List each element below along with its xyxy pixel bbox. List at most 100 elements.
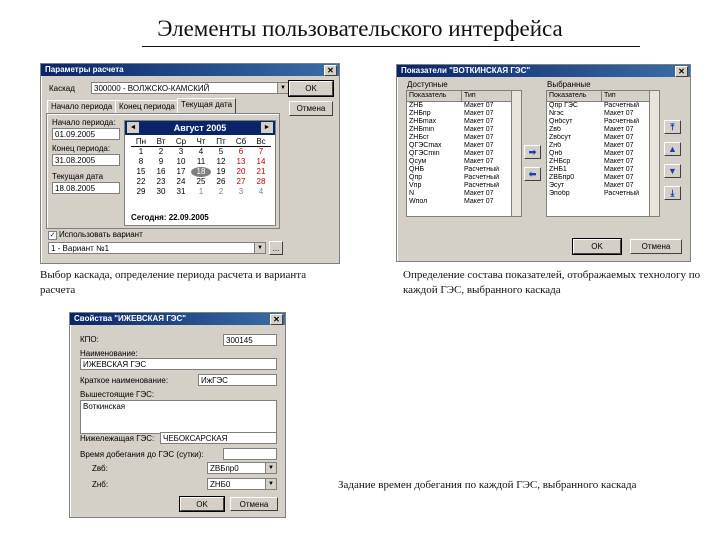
list-item[interactable]: ZВБпр0 Макет 07 [547,174,659,182]
available-list[interactable]: Показатель Тип ZНБ Макет 07 ZНБпр Макет 07 Z… [406,90,522,217]
list-item[interactable]: ZНБmin Макет 07 [407,126,521,134]
calendar-prev-icon[interactable]: ◄ [127,122,139,133]
close-icon[interactable]: ✕ [675,66,688,77]
calendar-next-icon[interactable]: ► [261,122,273,133]
list-item[interactable]: Wпол Макет 07 [407,198,521,206]
list-item[interactable]: Эсут Макет 07 [547,182,659,190]
ok-button[interactable]: OK [572,238,622,255]
calc-params-titlebar[interactable]: Параметры расчета ✕ [41,64,339,76]
calendar-day[interactable]: 24 [171,177,191,187]
variant-select[interactable]: 1 - Вариант №1 ▼ [48,242,266,254]
zvb-select[interactable]: ZВБпр0 ▼ [207,462,277,474]
calendar-day[interactable]: 21 [251,167,271,177]
list-item[interactable]: ZНБ Макет 07 [407,102,521,110]
use-variant-checkbox[interactable]: ✓ [48,231,57,240]
calendar-day[interactable]: 4 [251,187,271,197]
list-item[interactable]: ZНБпр Макет 07 [407,110,521,118]
chevron-down-icon[interactable]: ▼ [277,83,288,93]
available-scrollbar[interactable] [511,91,521,216]
calendar-day[interactable]: 27 [231,177,251,187]
upper-stations-field[interactable]: Воткинская [80,400,277,434]
calendar-day[interactable]: 11 [191,157,211,167]
list-item[interactable]: QНБ Расчетный [407,166,521,174]
calendar-day[interactable]: 30 [151,187,171,197]
calendar-day[interactable]: 19 [211,167,231,177]
move-down-icon[interactable]: ▼ [664,164,681,178]
col-type[interactable]: Тип [462,91,512,101]
kpo-field[interactable]: 300145 [223,334,277,346]
start-date-field[interactable]: 01.09.2005 [52,128,120,140]
calendar-day[interactable]: 2 [211,187,231,197]
selected-scrollbar[interactable] [649,91,659,216]
tab-period-start[interactable]: Начало периода [47,100,117,113]
list-item[interactable]: ZНБ1 Макет 07 [547,166,659,174]
list-item[interactable]: Qпр ГЭС Расчетный [547,102,659,110]
list-item[interactable]: Qпр Расчетный [407,174,521,182]
short-name-field[interactable]: ИжГЭС [198,374,277,386]
calendar-day-selected[interactable]: 18 [191,167,211,177]
calendar-day[interactable]: 12 [211,157,231,167]
col-indicator[interactable]: Показатель [547,91,602,101]
cancel-button[interactable]: Отмена [230,497,278,511]
station-props-titlebar[interactable]: Свойства "ИЖЕВСКАЯ ГЭС" ✕ [70,313,285,325]
indicators-titlebar[interactable]: Показатели "ВОТКИНСКАЯ ГЭС" ✕ [397,65,690,77]
calendar-day[interactable]: 1 [191,187,211,197]
calendar-day[interactable]: 5 [211,147,231,157]
move-top-icon[interactable]: ⤒ [664,120,681,134]
calendar-day[interactable]: 16 [151,167,171,177]
calendar-today[interactable]: Сегодня: 22.09.2005 [131,213,209,222]
calendar-day[interactable]: 13 [231,157,251,167]
calendar-day[interactable]: 14 [251,157,271,167]
calendar-day[interactable]: 20 [231,167,251,177]
close-icon[interactable]: ✕ [324,65,337,76]
calendar-day[interactable]: 28 [251,177,271,187]
selected-list[interactable]: Показатель Тип Qпр ГЭС Расчетный Nгэс Макет… [546,90,660,217]
ok-button[interactable]: OK [288,80,334,97]
list-item[interactable]: Qнбсут Расчетный [547,118,659,126]
list-item[interactable]: N Макет 07 [407,190,521,198]
col-type[interactable]: Тип [602,91,650,101]
list-item[interactable]: QГЭСmax Макет 07 [407,142,521,150]
col-indicator[interactable]: Показатель [407,91,462,101]
remove-arrow-icon[interactable]: ⬅ [524,167,541,181]
znb-select[interactable]: ZНБ0 ▼ [207,478,277,490]
calendar-day[interactable]: 31 [171,187,191,197]
travel-time-field[interactable] [223,448,277,460]
calendar-day[interactable]: 15 [131,167,151,177]
calendar-day[interactable]: 8 [131,157,151,167]
calendar-day[interactable]: 3 [231,187,251,197]
calendar-day[interactable]: 1 [131,147,151,157]
list-item[interactable]: Zвб Макет 07 [547,126,659,134]
calendar-day[interactable]: 3 [171,147,191,157]
list-item[interactable]: Эпобр Расчетный [547,190,659,198]
calendar-day[interactable]: 4 [191,147,211,157]
chevron-down-icon[interactable]: ▼ [265,479,276,489]
end-date-field[interactable]: 31.08.2005 [52,154,120,166]
list-item[interactable]: Vпр Расчетный [407,182,521,190]
chevron-down-icon[interactable]: ▼ [265,463,276,473]
cascade-select[interactable]: 300000 - ВОЛЖСКО-КАМСКИЙ ▼ [91,82,289,94]
list-item[interactable]: ZНБср Макет 07 [547,158,659,166]
calendar-day[interactable]: 22 [131,177,151,187]
ok-button[interactable]: OK [179,496,225,512]
move-up-icon[interactable]: ▲ [664,142,681,156]
list-item[interactable]: Qсум Макет 07 [407,158,521,166]
list-item[interactable]: Zнб Макет 07 [547,142,659,150]
move-bottom-icon[interactable]: ⤓ [664,186,681,200]
calendar-day[interactable]: 9 [151,157,171,167]
calendar-day[interactable]: 25 [191,177,211,187]
tab-current-date[interactable]: Текущая дата [177,98,237,113]
browse-button[interactable]: ... [269,241,283,255]
list-item[interactable]: Nгэс Макет 07 [547,110,659,118]
cancel-button[interactable]: Отмена [289,101,333,116]
list-item[interactable]: ZНБmax Макет 07 [407,118,521,126]
calendar-day[interactable]: 17 [171,167,191,177]
cancel-button[interactable]: Отмена [630,239,682,254]
current-date-field[interactable]: 18.08.2005 [52,182,120,194]
list-item[interactable]: QГЭСmin Макет 07 [407,150,521,158]
tab-period-end[interactable]: Конец периода [115,100,179,113]
calendar-day[interactable]: 2 [151,147,171,157]
calendar-day[interactable]: 7 [251,147,271,157]
calendar-day[interactable]: 23 [151,177,171,187]
name-field[interactable]: ИЖЕВСКАЯ ГЭС [80,358,277,370]
